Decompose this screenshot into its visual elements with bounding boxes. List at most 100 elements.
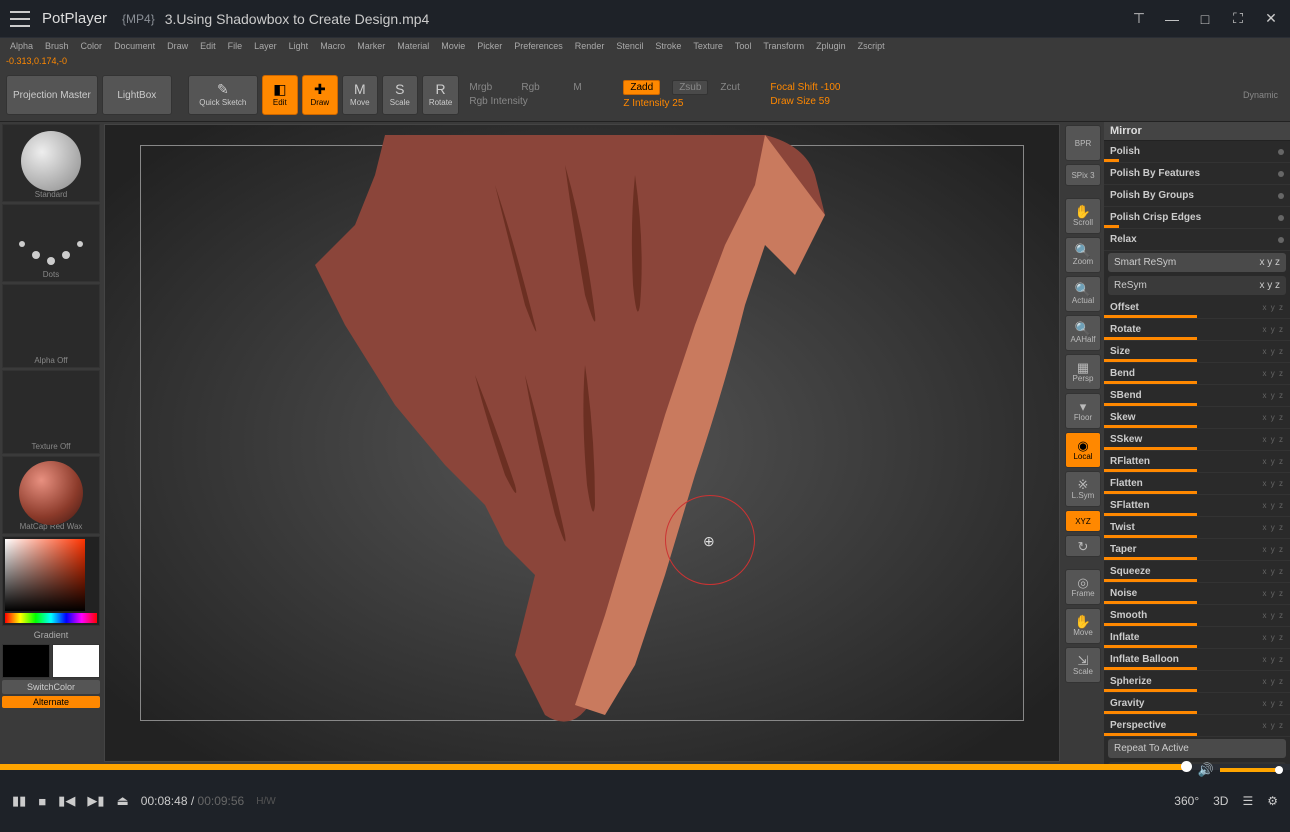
zadd-button[interactable]: Zadd <box>623 80 660 95</box>
close-icon[interactable]: ✕ <box>1262 10 1280 28</box>
deform-inflate-balloon[interactable]: Inflate Balloonx y z <box>1104 649 1290 671</box>
volume-icon[interactable]: 🔊 <box>1198 762 1214 778</box>
zcut-label[interactable]: Zcut <box>720 82 760 93</box>
scale-button[interactable]: SScale <box>382 75 418 115</box>
deform-offset[interactable]: Offsetx y z <box>1104 297 1290 319</box>
frame-button[interactable]: ◎Frame <box>1065 569 1101 605</box>
menu-light[interactable]: Light <box>285 41 313 51</box>
menu-preferences[interactable]: Preferences <box>510 41 567 51</box>
menu-macro[interactable]: Macro <box>316 41 349 51</box>
rgb-intensity-label[interactable]: Rgb Intensity <box>469 96 527 107</box>
dynamic-label[interactable]: Dynamic <box>1243 90 1278 100</box>
bpr-button[interactable]: BPR <box>1065 125 1101 161</box>
resym-button[interactable]: ReSymx y z <box>1108 276 1286 295</box>
fullscreen-icon[interactable]: ⛶ <box>1229 10 1247 28</box>
spix-button[interactable]: SPix 3 <box>1065 164 1101 186</box>
color-picker[interactable] <box>2 536 100 626</box>
menu-stroke[interactable]: Stroke <box>651 41 685 51</box>
deform-rflatten[interactable]: RFlattenx y z <box>1104 451 1290 473</box>
menu-zplugin[interactable]: Zplugin <box>812 41 850 51</box>
zsub-button[interactable]: Zsub <box>672 80 708 95</box>
scroll-button[interactable]: ✋Scroll <box>1065 198 1101 234</box>
3d-button[interactable]: 3D <box>1213 794 1228 808</box>
deform-squeeze[interactable]: Squeezex y z <box>1104 561 1290 583</box>
draw-size-label[interactable]: Draw Size 59 <box>770 96 829 107</box>
deform-smooth[interactable]: Smoothx y z <box>1104 605 1290 627</box>
move-button[interactable]: MMove <box>342 75 378 115</box>
persp-button[interactable]: ▦Persp <box>1065 354 1101 390</box>
menu-file[interactable]: File <box>224 41 247 51</box>
brush-thumbnail[interactable]: Standard <box>2 124 100 202</box>
zoom-button[interactable]: 🔍Zoom <box>1065 237 1101 273</box>
maximize-icon[interactable]: □ <box>1196 10 1214 28</box>
menu-color[interactable]: Color <box>77 41 107 51</box>
deform-inflate[interactable]: Inflatex y z <box>1104 627 1290 649</box>
eject-button[interactable]: ⏏ <box>116 793 128 809</box>
menu-icon[interactable] <box>10 11 30 27</box>
material-thumbnail[interactable]: MatCap Red Wax <box>2 456 100 534</box>
move-view-button[interactable]: ✋Move <box>1065 608 1101 644</box>
prev-button[interactable]: ▮◀ <box>58 793 75 809</box>
menu-zscript[interactable]: Zscript <box>854 41 889 51</box>
menu-brush[interactable]: Brush <box>41 41 73 51</box>
seek-bar[interactable]: 🔊 <box>0 764 1290 770</box>
edit-button[interactable]: ◧Edit <box>262 75 298 115</box>
menu-layer[interactable]: Layer <box>250 41 281 51</box>
playlist-button[interactable]: ☰ <box>1242 794 1253 808</box>
deform-perspective[interactable]: Perspectivex y z <box>1104 715 1290 737</box>
deform-sskew[interactable]: SSkewx y z <box>1104 429 1290 451</box>
draw-button[interactable]: ✚Draw <box>302 75 338 115</box>
floor-button[interactable]: ▾Floor <box>1065 393 1101 429</box>
local-button[interactable]: ◉Local <box>1065 432 1101 468</box>
lightbox-button[interactable]: LightBox <box>102 75 172 115</box>
polish-polish-by-groups[interactable]: Polish By Groups <box>1104 185 1290 207</box>
deform-flatten[interactable]: Flattenx y z <box>1104 473 1290 495</box>
menu-render[interactable]: Render <box>571 41 609 51</box>
minimize-icon[interactable]: — <box>1163 10 1181 28</box>
menu-picker[interactable]: Picker <box>473 41 506 51</box>
gradient-label[interactable]: Gradient <box>2 628 100 642</box>
xyz-button[interactable]: XYZ <box>1065 510 1101 532</box>
z-intensity-label[interactable]: Z Intensity 25 <box>623 98 683 109</box>
projection-master-button[interactable]: Projection Master <box>6 75 98 115</box>
deform-noise[interactable]: Noisex y z <box>1104 583 1290 605</box>
deform-gravity[interactable]: Gravityx y z <box>1104 693 1290 715</box>
menu-movie[interactable]: Movie <box>437 41 469 51</box>
play-pause-button[interactable]: ▮▮ <box>12 793 26 809</box>
menu-transform[interactable]: Transform <box>759 41 808 51</box>
quick-sketch-button[interactable]: ✎Quick Sketch <box>188 75 258 115</box>
texture-thumbnail[interactable]: Texture Off <box>2 370 100 454</box>
menu-stencil[interactable]: Stencil <box>612 41 647 51</box>
repeat-active-button[interactable]: Repeat To Active <box>1108 739 1286 758</box>
smart-resym-button[interactable]: Smart ReSymx y z <box>1108 253 1286 272</box>
next-button[interactable]: ▶▮ <box>87 793 104 809</box>
stop-button[interactable]: ■ <box>38 794 46 809</box>
aahalf-button[interactable]: 🔍AAHalf <box>1065 315 1101 351</box>
menu-alpha[interactable]: Alpha <box>6 41 37 51</box>
menu-texture[interactable]: Texture <box>689 41 727 51</box>
pin-icon[interactable]: ⊤ <box>1130 10 1148 28</box>
settings-button[interactable]: ⚙ <box>1267 794 1278 808</box>
polish-polish-by-features[interactable]: Polish By Features <box>1104 163 1290 185</box>
mrgb-label[interactable]: Mrgb <box>469 82 509 93</box>
deform-rotate[interactable]: Rotatex y z <box>1104 319 1290 341</box>
alternate-button[interactable]: Alternate <box>2 696 100 708</box>
360-button[interactable]: 360° <box>1174 794 1199 808</box>
deform-taper[interactable]: Taperx y z <box>1104 539 1290 561</box>
deform-twist[interactable]: Twistx y z <box>1104 517 1290 539</box>
alpha-thumbnail[interactable]: Alpha Off <box>2 284 100 368</box>
rotate-y-button[interactable]: ↻ <box>1065 535 1101 557</box>
canvas-viewport[interactable]: ⊕ <box>104 124 1060 762</box>
switch-color-button[interactable]: SwitchColor <box>2 680 100 694</box>
deform-bend[interactable]: Bendx y z <box>1104 363 1290 385</box>
deform-skew[interactable]: Skewx y z <box>1104 407 1290 429</box>
actual-button[interactable]: 🔍Actual <box>1065 276 1101 312</box>
lsym-button[interactable]: ※L.Sym <box>1065 471 1101 507</box>
m-label[interactable]: M <box>573 82 613 93</box>
polish-relax[interactable]: Relax <box>1104 229 1290 251</box>
scale-view-button[interactable]: ⇲Scale <box>1065 647 1101 683</box>
menu-tool[interactable]: Tool <box>731 41 756 51</box>
menu-material[interactable]: Material <box>393 41 433 51</box>
menu-draw[interactable]: Draw <box>163 41 192 51</box>
stroke-thumbnail[interactable]: Dots <box>2 204 100 282</box>
